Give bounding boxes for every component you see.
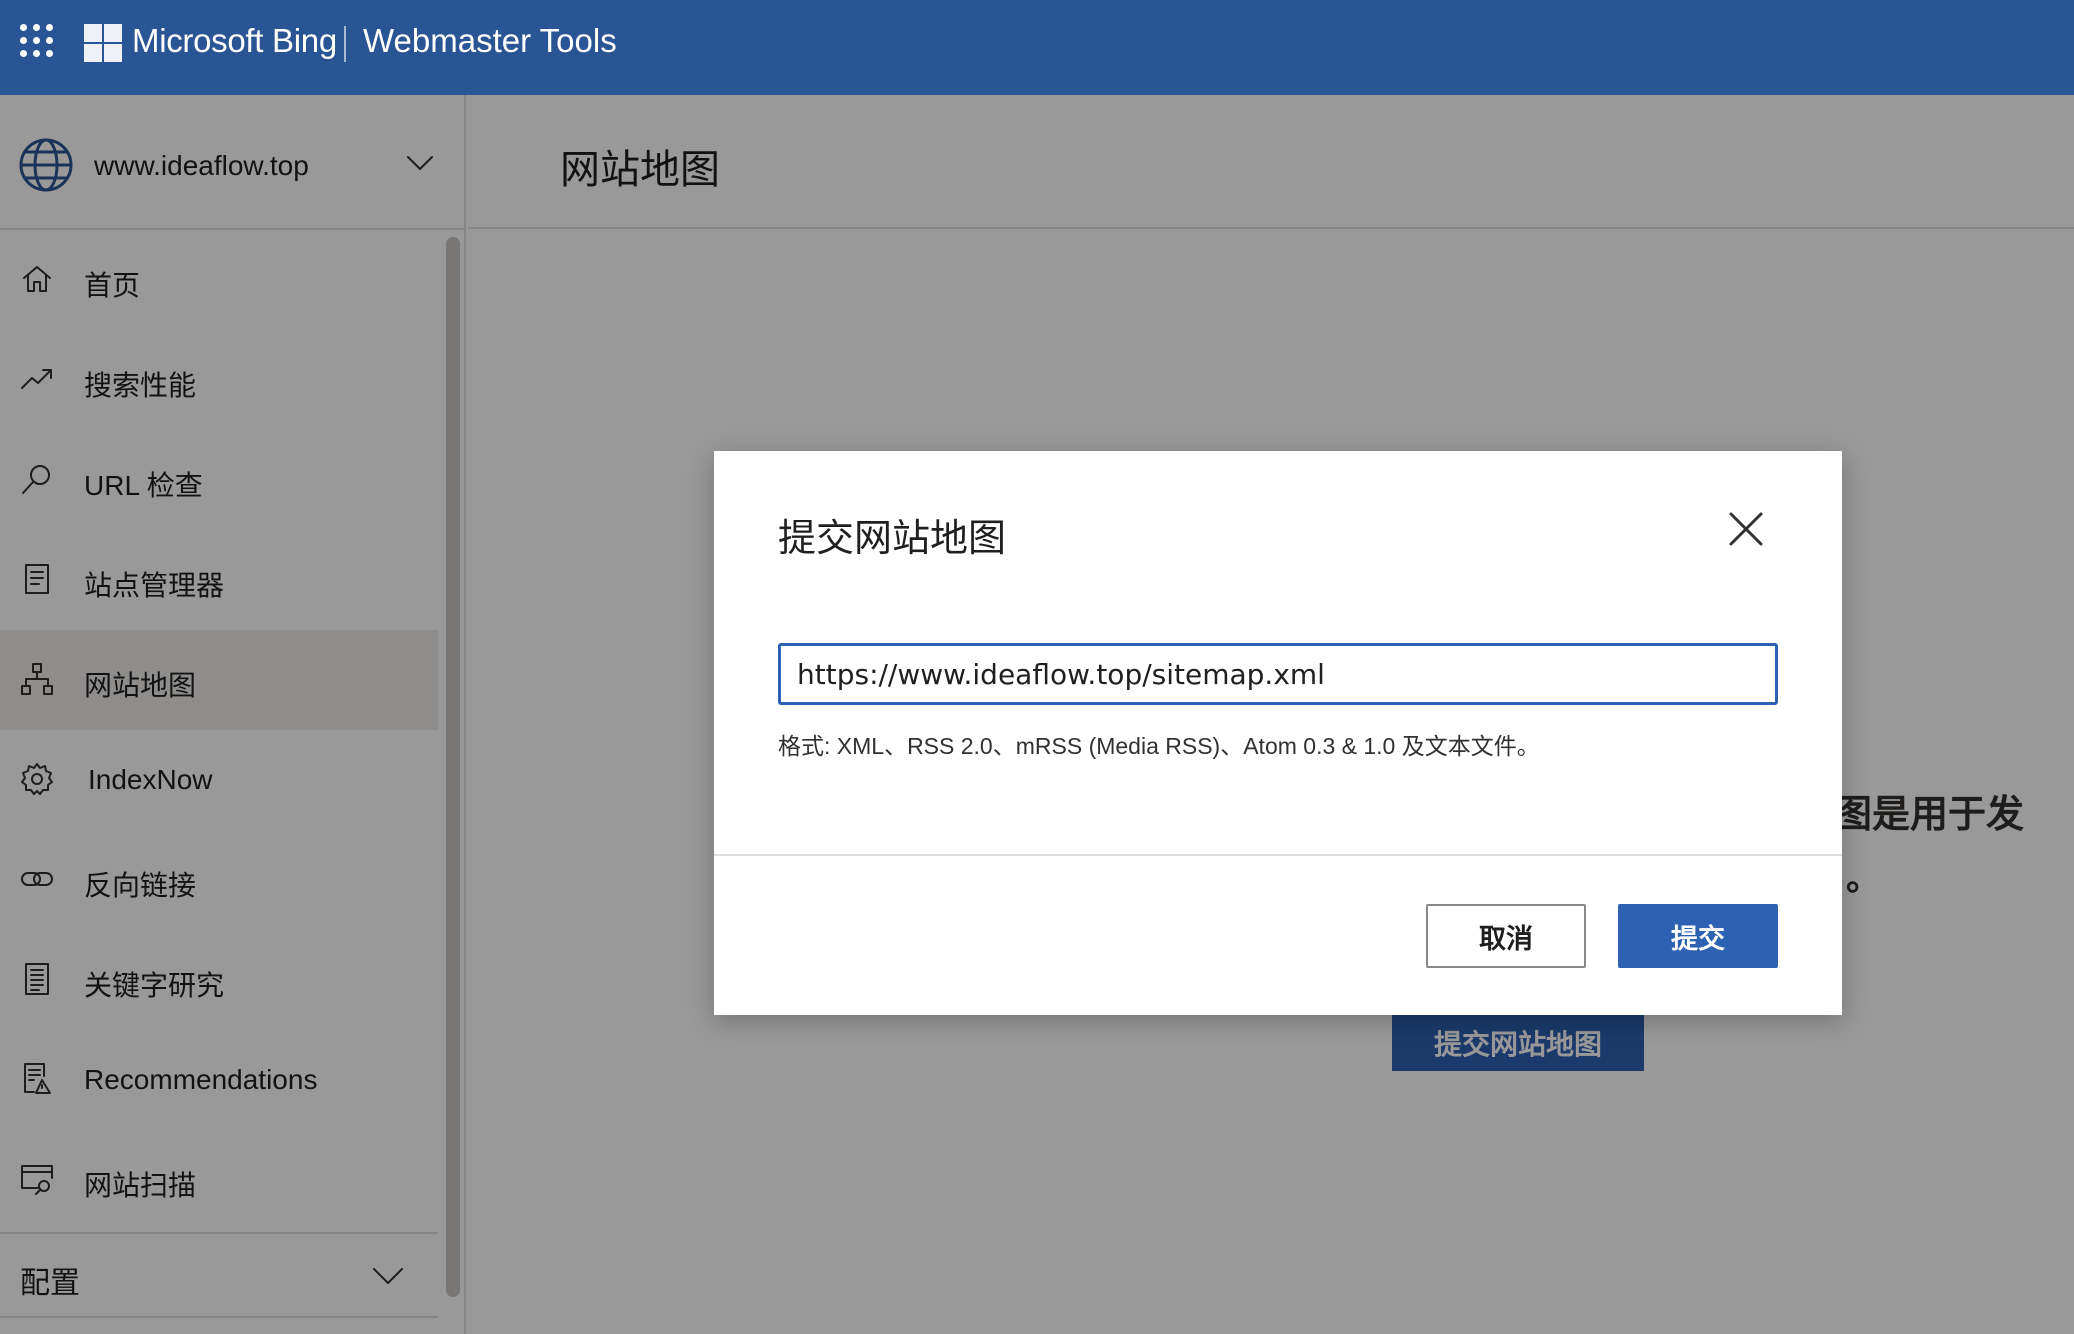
brand-divider — [344, 26, 346, 62]
close-icon[interactable] — [1726, 509, 1766, 549]
format-hint: 格式: XML、RSS 2.0、mRSS (Media RSS)、Atom 0.… — [778, 733, 1540, 759]
cancel-button[interactable]: 取消 — [1426, 904, 1586, 968]
submit-sitemap-dialog: 提交网站地图 格式: XML、RSS 2.0、mRSS (Media RSS)、… — [714, 451, 1842, 1015]
dialog-divider — [714, 854, 1842, 856]
top-bar: Microsoft Bing Webmaster Tools — [0, 0, 2074, 95]
submit-button[interactable]: 提交 — [1618, 904, 1778, 968]
app-launcher-icon[interactable] — [20, 24, 53, 57]
dialog-title: 提交网站地图 — [778, 518, 1007, 560]
brand-name[interactable]: Microsoft Bing — [132, 22, 337, 60]
sitemap-url-input[interactable] — [778, 643, 1778, 705]
microsoft-logo-icon — [84, 24, 122, 62]
product-name[interactable]: Webmaster Tools — [363, 22, 617, 60]
app-root: Microsoft Bing Webmaster Tools www.ideaf… — [0, 0, 2074, 1334]
